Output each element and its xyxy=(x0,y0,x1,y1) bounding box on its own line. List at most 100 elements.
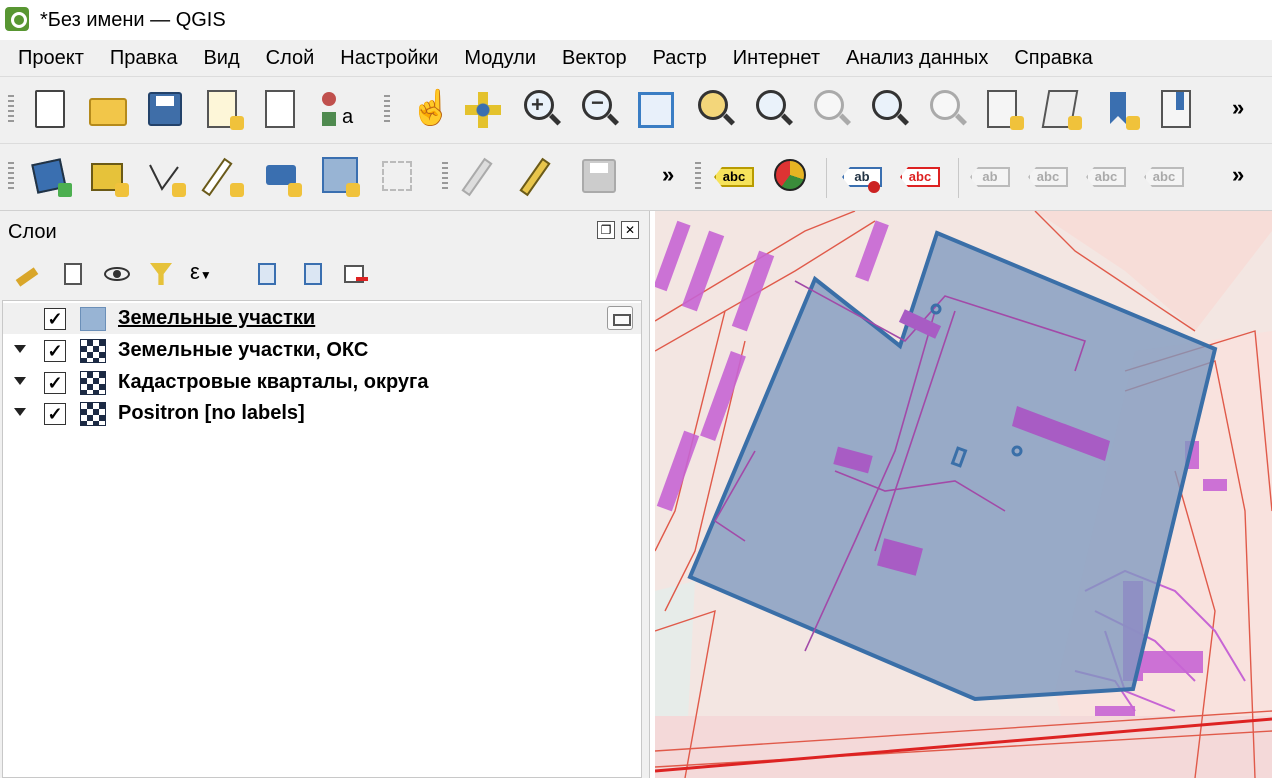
abc-text: abc xyxy=(1028,167,1068,187)
expand-arrow-icon[interactable] xyxy=(14,345,26,353)
layer-row-parcels[interactable]: ✓ Земельные участки xyxy=(3,303,641,334)
toolbar-overflow-chevron[interactable]: » xyxy=(1232,162,1244,188)
raster-layer-icon xyxy=(80,339,106,363)
menu-layer[interactable]: Слой xyxy=(253,40,328,76)
menu-web[interactable]: Интернет xyxy=(720,40,833,76)
layer-visibility-checkbox[interactable]: ✓ xyxy=(44,372,66,394)
label-toolbar-icon[interactable]: abc xyxy=(712,155,756,199)
float-panel-icon[interactable]: ❐ xyxy=(597,221,615,239)
layer-row-positron[interactable]: ✓ Positron [no labels] xyxy=(3,398,641,429)
raster-layer-icon xyxy=(80,371,106,395)
zoom-next-icon[interactable] xyxy=(924,88,968,132)
abc-text: abc xyxy=(714,167,754,187)
toolbar-grip[interactable] xyxy=(8,162,14,192)
style-brush-icon[interactable] xyxy=(12,259,42,289)
layer-visibility-checkbox[interactable]: ✓ xyxy=(44,308,66,330)
new-bookmark-icon[interactable] xyxy=(1098,88,1142,132)
new-virtual-layer-icon[interactable] xyxy=(260,155,304,199)
toolbar-grip[interactable] xyxy=(8,95,14,125)
save-edits-icon[interactable] xyxy=(578,155,622,199)
abc-text: abc xyxy=(900,167,940,187)
move-label-icon[interactable]: abc xyxy=(1084,155,1128,199)
zoom-in-icon[interactable]: + xyxy=(518,88,562,132)
qgis-logo-icon xyxy=(5,7,29,31)
abc-text: abc xyxy=(1086,167,1126,187)
abc-text: abc xyxy=(1144,167,1184,187)
new-map-view-icon[interactable] xyxy=(982,88,1026,132)
menu-edit[interactable]: Правка xyxy=(97,40,191,76)
expand-arrow-icon[interactable] xyxy=(14,408,26,416)
toolbar-overflow-chevron[interactable]: » xyxy=(662,162,674,188)
save-project-icon[interactable] xyxy=(144,88,188,132)
zoom-to-selection-icon[interactable] xyxy=(692,88,736,132)
new-shapefile-layer-icon[interactable] xyxy=(144,155,188,199)
close-panel-icon[interactable]: ✕ xyxy=(621,221,639,239)
layer-row-cadastral-quarters[interactable]: ✓ Кадастровые кварталы, округа xyxy=(3,367,641,398)
zoom-to-layer-icon[interactable] xyxy=(750,88,794,132)
collapse-all-icon[interactable] xyxy=(298,259,328,289)
layers-panel: Слои ❐ ✕ ε▼ ✓ Земельные участки ✓ Земель… xyxy=(0,211,650,778)
data-source-manager-icon[interactable] xyxy=(30,155,74,199)
diagram-icon[interactable] xyxy=(770,155,814,199)
toolbar-grip[interactable] xyxy=(442,162,448,192)
pan-icon[interactable]: ☝ xyxy=(404,88,452,132)
remove-layer-icon[interactable] xyxy=(340,259,370,289)
menu-bar: Проект Правка Вид Слой Настройки Модули … xyxy=(0,40,1272,76)
layer-indicator-icon[interactable] xyxy=(607,306,633,330)
new-print-layout-icon[interactable] xyxy=(202,88,246,132)
filter-legend-icon[interactable] xyxy=(146,259,176,289)
map-render xyxy=(655,211,1272,778)
toolbar-separator xyxy=(958,158,959,198)
show-bookmarks-icon[interactable] xyxy=(1156,88,1200,132)
layer-visibility-checkbox[interactable]: ✓ xyxy=(44,403,66,425)
add-group-icon[interactable] xyxy=(58,259,88,289)
highlight-pinned-labels-icon[interactable]: abc xyxy=(898,155,942,199)
window-title: *Без имени — QGIS xyxy=(40,9,226,31)
layer-tree: ✓ Земельные участки ✓ Земельные участки,… xyxy=(2,300,642,778)
layout-manager-icon[interactable] xyxy=(260,88,304,132)
main-toolbar: a ☝ + − » xyxy=(0,76,1272,143)
menu-vector[interactable]: Вектор xyxy=(549,40,640,76)
expand-all-icon[interactable] xyxy=(252,259,282,289)
layer-name: Земельные участки xyxy=(118,307,316,329)
new-temp-layer-icon[interactable] xyxy=(201,155,246,199)
zoom-last-icon[interactable] xyxy=(866,88,910,132)
zoom-full-icon[interactable] xyxy=(634,88,678,132)
layers-panel-title: Слои xyxy=(8,221,57,243)
open-project-icon[interactable] xyxy=(87,88,131,132)
show-hide-labels-icon[interactable]: abc xyxy=(1026,155,1070,199)
menu-settings[interactable]: Настройки xyxy=(327,40,451,76)
rotate-label-icon[interactable]: abc xyxy=(1142,155,1186,199)
new-spatialite-layer-icon[interactable] xyxy=(318,155,362,199)
layer-labeling-icon[interactable]: ab xyxy=(840,155,884,199)
digitizing-menu-icon[interactable] xyxy=(461,155,506,199)
new-project-icon[interactable] xyxy=(30,88,74,132)
menu-help[interactable]: Справка xyxy=(1001,40,1105,76)
toolbar-grip[interactable] xyxy=(695,162,701,192)
raster-layer-icon xyxy=(80,402,106,426)
style-manager-icon[interactable]: a xyxy=(318,88,362,132)
layers-toolbar: ε▼ xyxy=(0,251,650,299)
map-canvas[interactable] xyxy=(655,211,1272,778)
menu-project[interactable]: Проект xyxy=(0,40,97,76)
toggle-editing-icon[interactable] xyxy=(519,155,564,199)
layer-row-parcels-oks[interactable]: ✓ Земельные участки, ОКС xyxy=(3,335,641,366)
new-3d-view-icon[interactable] xyxy=(1040,88,1084,132)
zoom-out-icon[interactable]: − xyxy=(576,88,620,132)
pin-unpin-labels-icon[interactable]: ab xyxy=(968,155,1012,199)
menu-view[interactable]: Вид xyxy=(190,40,252,76)
layer-visibility-checkbox[interactable]: ✓ xyxy=(44,340,66,362)
menu-processing[interactable]: Анализ данных xyxy=(833,40,1001,76)
menu-raster[interactable]: Растр xyxy=(640,40,720,76)
menu-plugins[interactable]: Модули xyxy=(451,40,549,76)
filter-expression-icon[interactable]: ε▼ xyxy=(190,259,220,289)
expand-arrow-icon[interactable] xyxy=(14,377,26,385)
toolbar-overflow-chevron[interactable]: » xyxy=(1232,95,1244,121)
pan-to-selection-icon[interactable] xyxy=(461,88,505,132)
manage-visibility-icon[interactable] xyxy=(102,259,132,289)
digitize-icon[interactable] xyxy=(376,155,420,199)
new-geopackage-layer-icon[interactable] xyxy=(87,155,131,199)
zoom-native-icon[interactable] xyxy=(808,88,852,132)
ab-text: ab xyxy=(970,167,1010,187)
toolbar-grip[interactable] xyxy=(384,95,390,125)
